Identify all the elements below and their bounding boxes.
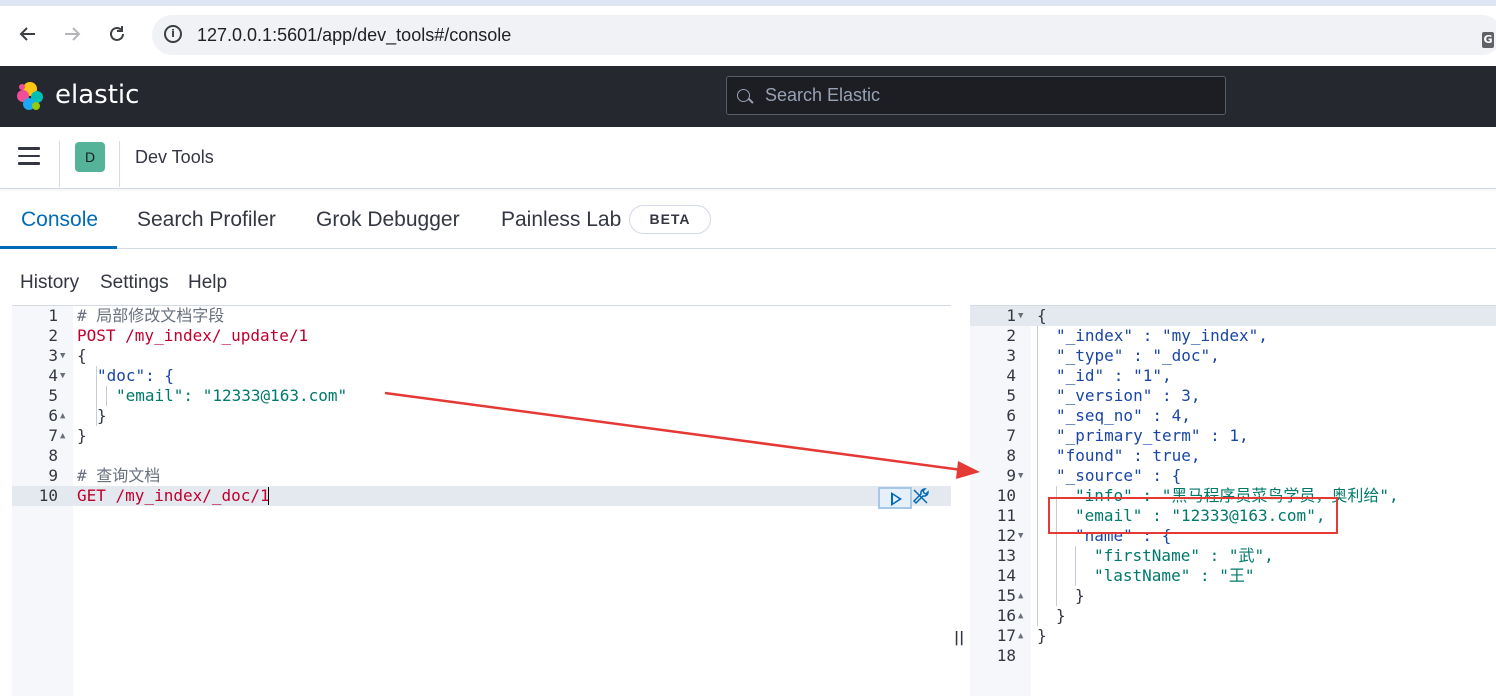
fold-open-icon[interactable]: ▼ [1018,466,1023,486]
fold-close-icon[interactable]: ▲ [1018,626,1023,646]
arrow-left-icon [19,27,35,41]
active-tab-indicator [0,246,117,249]
code-line: 4 ▼ "doc": { [48,366,175,386]
brand-name: elastic [55,80,140,110]
browser-toolbar: i 127.0.0.1:5601/app/dev_tools#/console … [0,0,1496,66]
tab-search-profiler[interactable]: Search Profiler [137,208,276,232]
send-request-button[interactable] [878,487,912,509]
code-line: 8 "found" : true, [1006,446,1201,465]
kibana-header: elastic [0,66,1496,127]
extension-icon[interactable]: G [1482,32,1494,48]
search-input[interactable] [765,77,1205,114]
wrench-icon[interactable] [910,486,932,508]
code-line: 14 "lastName" : "王" [996,566,1255,585]
code-line: 9 # 查询文档 [48,466,161,485]
indent-guide [1037,326,1038,626]
tab-console[interactable]: Console [21,208,98,232]
code-line: 13 "firstName" : "武", [996,546,1274,565]
panel-resizer[interactable]: || [954,630,964,646]
history-link[interactable]: History [20,272,79,294]
fold-open-icon[interactable]: ▼ [1018,526,1023,546]
code-line: 6 "_seq_no" : 4, [1006,406,1191,425]
code-line: 7 ▲ } [48,426,87,446]
code-line: 3 ▼ { [48,346,87,366]
site-info-icon[interactable]: i [164,25,182,43]
search-icon [737,89,750,102]
tab-painless-lab[interactable]: Painless Lab [501,208,621,232]
help-link[interactable]: Help [188,272,227,294]
code-line: 1 # 局部修改文档字段 [48,306,225,325]
fold-close-icon[interactable]: ▲ [1018,606,1023,626]
tab-grok-debugger[interactable]: Grok Debugger [316,208,460,232]
code-line: 7 "_primary_term" : 1, [1006,426,1249,445]
divider [59,141,60,187]
back-button[interactable] [14,20,42,48]
code-line: 17 ▲ } [996,626,1047,646]
fold-open-icon[interactable]: ▼ [60,366,65,386]
request-editor[interactable]: 1 # 局部修改文档字段 2 POST /my_index/_update/1 … [12,305,951,696]
arrow-right-icon [65,27,81,41]
code-line: 16 ▲ } [996,606,1066,626]
code-line: 5 "email": "12333@163.com" [48,386,348,405]
request-method-line: POST /my_index/_update/1 [77,326,309,345]
code-line: 18 [996,646,1016,665]
code-line: 2 POST /my_index/_update/1 [48,326,309,345]
global-search[interactable] [726,76,1226,115]
annotation-highlight-box [1048,497,1338,534]
code-line: 2 "_index" : "my_index", [1006,326,1268,345]
request-method-line: GET /my_index/_doc/1 [77,486,270,505]
hamburger-menu-icon[interactable] [18,147,40,165]
text-cursor [268,487,269,505]
fold-open-icon[interactable]: ▼ [60,346,65,366]
breadcrumb: Dev Tools [135,147,214,167]
code-line: 9 ▼ "_source" : { [1006,466,1182,486]
fold-close-icon[interactable]: ▲ [60,426,65,446]
code-line: 15 ▲ } [996,586,1085,606]
divider [119,141,120,187]
code-line: 8 [48,446,58,465]
forward-button[interactable] [58,20,86,48]
code-line: 4 "_id" : "1", [1006,366,1172,385]
reload-button[interactable] [103,20,131,48]
fold-close-icon[interactable]: ▲ [60,406,65,426]
indent-guide [96,366,97,426]
active-code-line: 10 GET /my_index/_doc/1 [12,486,951,506]
space-avatar[interactable]: D [75,142,105,172]
code-line: 3 "_type" : "_doc", [1006,346,1220,365]
settings-link[interactable]: Settings [100,272,169,294]
url-text[interactable]: 127.0.0.1:5601/app/dev_tools#/console [197,25,511,46]
code-line: 6 ▲ } [48,406,107,426]
elastic-logo-icon[interactable] [14,80,46,112]
beta-badge: BETA [629,205,711,234]
indent-guide [1075,546,1076,586]
code-line: 1 ▼ { [970,306,1496,326]
indent-guide [106,386,107,406]
app-bar: D Dev Tools [0,127,1496,189]
reload-icon [110,26,124,41]
fold-close-icon[interactable]: ▲ [1018,586,1023,606]
dev-tools-tabs: Console Search Profiler Grok Debugger Pa… [0,195,1496,249]
fold-open-icon[interactable]: ▼ [1018,306,1023,326]
code-line: 5 "_version" : 3, [1006,386,1201,405]
address-bar[interactable]: i 127.0.0.1:5601/app/dev_tools#/console [152,15,1496,55]
